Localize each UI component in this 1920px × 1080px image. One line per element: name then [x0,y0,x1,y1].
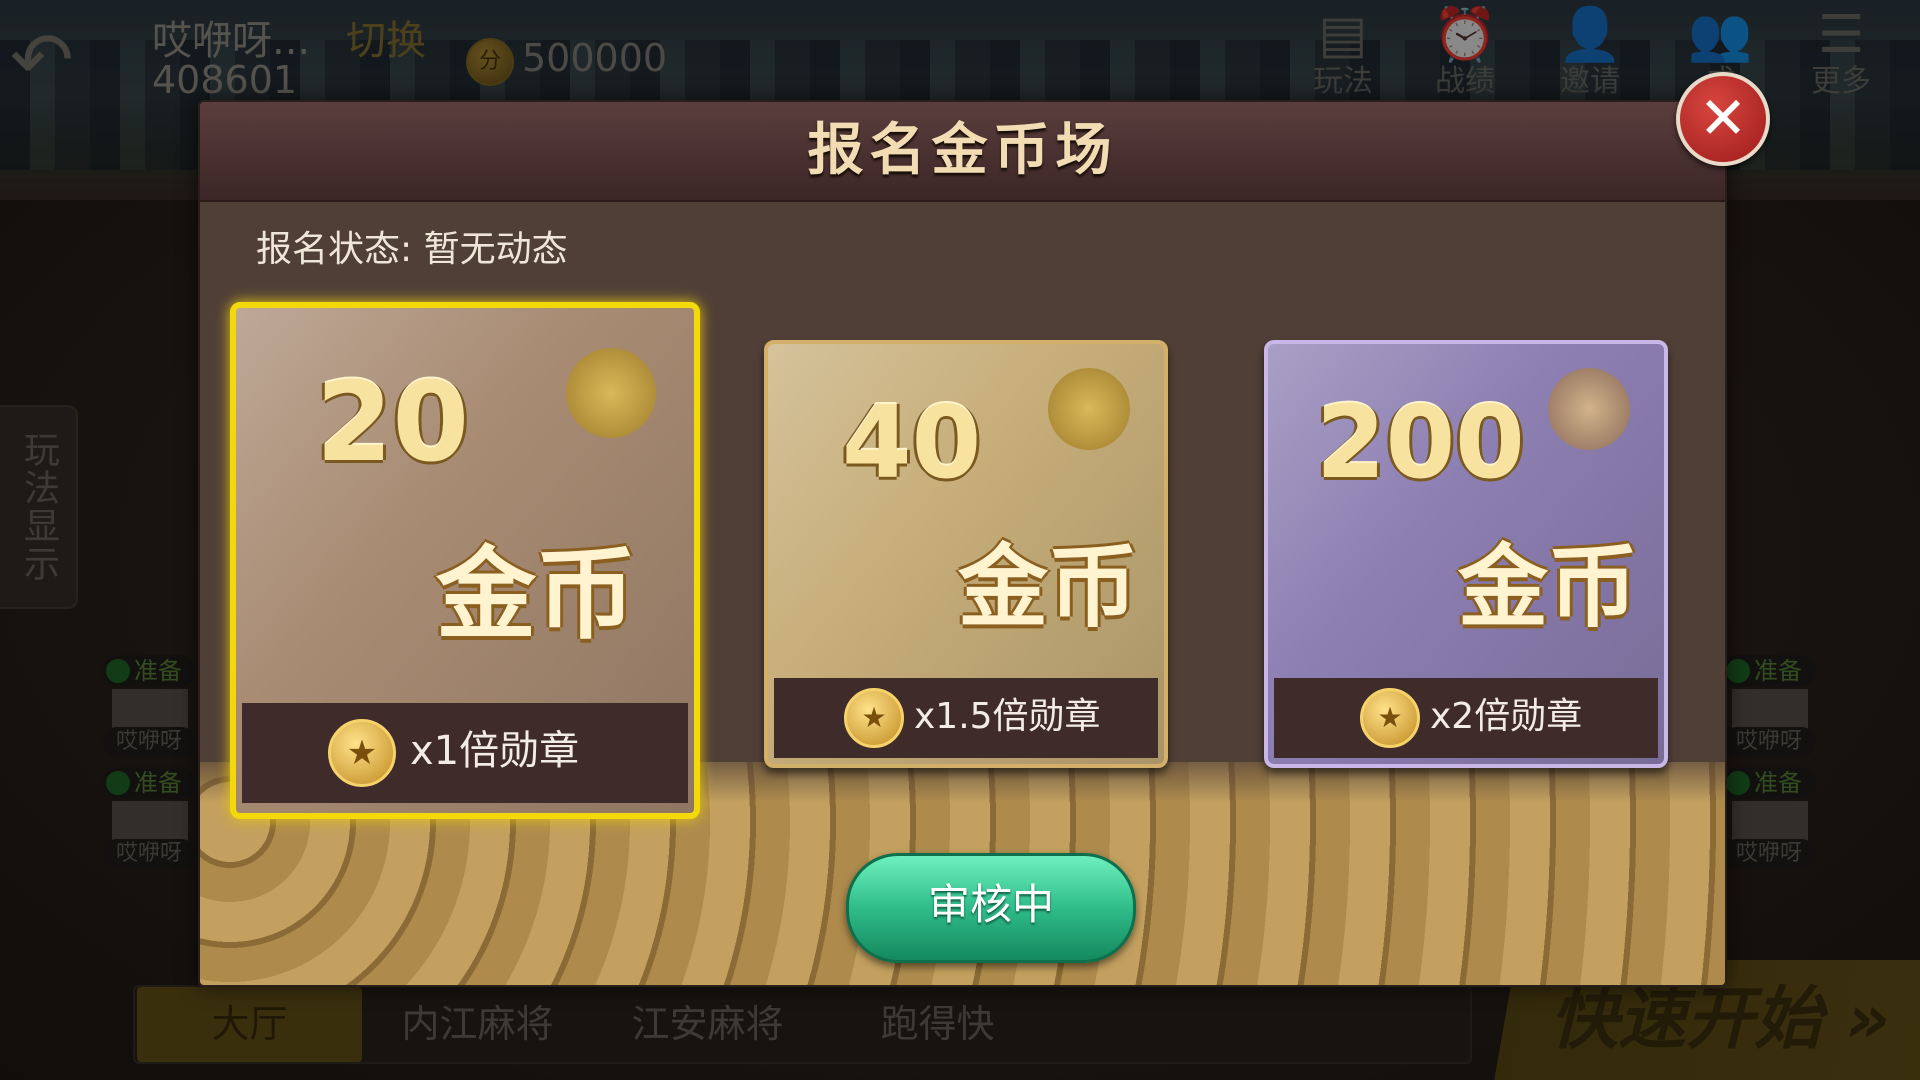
medal-multiplier: x1倍勋章 [410,728,580,774]
coin-amount: 200 [1316,384,1525,501]
coin-decoration-icon [1548,368,1630,450]
coin-option-card-40[interactable]: 40 金币 ★ x1.5倍勋章 [764,340,1168,768]
card-footer: ★ x1倍勋章 [242,703,688,803]
medal-icon: ★ [844,688,904,748]
star-icon: ★ [346,733,378,773]
coin-decoration-icon [1048,368,1130,450]
medal-multiplier: x1.5倍勋章 [914,696,1101,737]
card-footer: ★ x1.5倍勋章 [774,678,1158,758]
coin-decoration-icon [566,348,656,438]
coin-unit: 金币 [1458,535,1638,640]
card-footer: ★ x2倍勋章 [1274,678,1658,758]
coin-option-card-200[interactable]: 200 金币 ★ x2倍勋章 [1264,340,1668,768]
star-icon: ★ [861,701,887,734]
signup-status: 报名状态: 暂无动态 [256,229,568,270]
coin-amount: 40 [842,384,982,501]
coin-amount: 20 [316,358,470,486]
coin-option-card-20[interactable]: 20 金币 ★ x1倍勋章 [230,302,700,819]
medal-icon: ★ [1360,688,1420,748]
medal-multiplier: x2倍勋章 [1430,696,1583,737]
star-icon: ★ [1377,701,1403,734]
dialog-title: 报名金币场 [807,118,1118,183]
close-icon[interactable]: ✕ [1676,72,1770,166]
under-review-button[interactable]: 审核中 [846,853,1136,963]
medal-icon: ★ [328,719,396,787]
dialog-header: 报名金币场 [200,102,1725,202]
coin-unit: 金币 [958,535,1138,640]
coin-unit: 金币 [436,536,636,653]
